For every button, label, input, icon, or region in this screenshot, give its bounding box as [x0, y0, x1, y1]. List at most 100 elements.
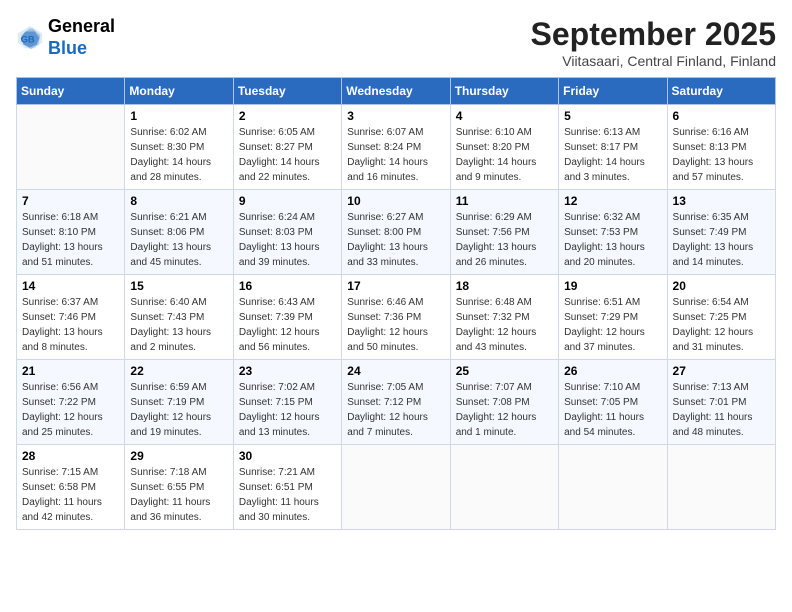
week-row-1: 7 Sunrise: 6:18 AMSunset: 8:10 PMDayligh… — [17, 190, 776, 275]
day-info: Sunrise: 7:07 AMSunset: 7:08 PMDaylight:… — [456, 380, 553, 440]
day-number: 14 — [22, 279, 119, 293]
day-cell — [342, 445, 450, 530]
day-cell: 13 Sunrise: 6:35 AMSunset: 7:49 PMDaylig… — [667, 190, 775, 275]
day-cell: 16 Sunrise: 6:43 AMSunset: 7:39 PMDaylig… — [233, 275, 341, 360]
weekday-saturday: Saturday — [667, 78, 775, 105]
header: GB General Blue September 2025 Viitasaar… — [16, 16, 776, 69]
week-row-2: 14 Sunrise: 6:37 AMSunset: 7:46 PMDaylig… — [17, 275, 776, 360]
location-subtitle: Viitasaari, Central Finland, Finland — [531, 53, 776, 69]
day-number: 25 — [456, 364, 553, 378]
day-cell — [667, 445, 775, 530]
day-cell: 27 Sunrise: 7:13 AMSunset: 7:01 PMDaylig… — [667, 360, 775, 445]
day-cell: 29 Sunrise: 7:18 AMSunset: 6:55 PMDaylig… — [125, 445, 233, 530]
day-info: Sunrise: 6:37 AMSunset: 7:46 PMDaylight:… — [22, 295, 119, 355]
day-cell — [17, 105, 125, 190]
day-info: Sunrise: 6:48 AMSunset: 7:32 PMDaylight:… — [456, 295, 553, 355]
day-cell: 9 Sunrise: 6:24 AMSunset: 8:03 PMDayligh… — [233, 190, 341, 275]
logo: GB General Blue — [16, 16, 115, 59]
day-cell: 30 Sunrise: 7:21 AMSunset: 6:51 PMDaylig… — [233, 445, 341, 530]
day-number: 15 — [130, 279, 227, 293]
day-number: 29 — [130, 449, 227, 463]
day-info: Sunrise: 6:54 AMSunset: 7:25 PMDaylight:… — [673, 295, 770, 355]
day-cell: 7 Sunrise: 6:18 AMSunset: 8:10 PMDayligh… — [17, 190, 125, 275]
day-info: Sunrise: 6:32 AMSunset: 7:53 PMDaylight:… — [564, 210, 661, 270]
month-title: September 2025 — [531, 16, 776, 53]
day-info: Sunrise: 6:18 AMSunset: 8:10 PMDaylight:… — [22, 210, 119, 270]
day-number: 20 — [673, 279, 770, 293]
day-info: Sunrise: 6:05 AMSunset: 8:27 PMDaylight:… — [239, 125, 336, 185]
day-cell: 14 Sunrise: 6:37 AMSunset: 7:46 PMDaylig… — [17, 275, 125, 360]
day-info: Sunrise: 7:10 AMSunset: 7:05 PMDaylight:… — [564, 380, 661, 440]
weekday-wednesday: Wednesday — [342, 78, 450, 105]
day-number: 12 — [564, 194, 661, 208]
day-cell: 18 Sunrise: 6:48 AMSunset: 7:32 PMDaylig… — [450, 275, 558, 360]
day-cell: 22 Sunrise: 6:59 AMSunset: 7:19 PMDaylig… — [125, 360, 233, 445]
day-cell: 10 Sunrise: 6:27 AMSunset: 8:00 PMDaylig… — [342, 190, 450, 275]
svg-text:GB: GB — [21, 34, 35, 44]
day-number: 4 — [456, 109, 553, 123]
day-info: Sunrise: 7:05 AMSunset: 7:12 PMDaylight:… — [347, 380, 444, 440]
logo-blue: Blue — [48, 38, 115, 60]
day-number: 26 — [564, 364, 661, 378]
day-number: 19 — [564, 279, 661, 293]
logo-general: General — [48, 16, 115, 38]
week-row-0: 1 Sunrise: 6:02 AMSunset: 8:30 PMDayligh… — [17, 105, 776, 190]
day-info: Sunrise: 7:21 AMSunset: 6:51 PMDaylight:… — [239, 465, 336, 525]
day-cell: 5 Sunrise: 6:13 AMSunset: 8:17 PMDayligh… — [559, 105, 667, 190]
day-number: 7 — [22, 194, 119, 208]
day-number: 23 — [239, 364, 336, 378]
calendar-table: SundayMondayTuesdayWednesdayThursdayFrid… — [16, 77, 776, 530]
day-info: Sunrise: 6:27 AMSunset: 8:00 PMDaylight:… — [347, 210, 444, 270]
day-info: Sunrise: 6:56 AMSunset: 7:22 PMDaylight:… — [22, 380, 119, 440]
day-info: Sunrise: 7:18 AMSunset: 6:55 PMDaylight:… — [130, 465, 227, 525]
day-cell: 21 Sunrise: 6:56 AMSunset: 7:22 PMDaylig… — [17, 360, 125, 445]
day-cell: 19 Sunrise: 6:51 AMSunset: 7:29 PMDaylig… — [559, 275, 667, 360]
week-row-3: 21 Sunrise: 6:56 AMSunset: 7:22 PMDaylig… — [17, 360, 776, 445]
day-cell: 26 Sunrise: 7:10 AMSunset: 7:05 PMDaylig… — [559, 360, 667, 445]
day-number: 10 — [347, 194, 444, 208]
day-cell: 11 Sunrise: 6:29 AMSunset: 7:56 PMDaylig… — [450, 190, 558, 275]
day-number: 13 — [673, 194, 770, 208]
day-number: 24 — [347, 364, 444, 378]
day-cell: 15 Sunrise: 6:40 AMSunset: 7:43 PMDaylig… — [125, 275, 233, 360]
day-info: Sunrise: 6:13 AMSunset: 8:17 PMDaylight:… — [564, 125, 661, 185]
day-number: 11 — [456, 194, 553, 208]
week-row-4: 28 Sunrise: 7:15 AMSunset: 6:58 PMDaylig… — [17, 445, 776, 530]
day-info: Sunrise: 6:51 AMSunset: 7:29 PMDaylight:… — [564, 295, 661, 355]
day-info: Sunrise: 6:46 AMSunset: 7:36 PMDaylight:… — [347, 295, 444, 355]
day-number: 28 — [22, 449, 119, 463]
day-info: Sunrise: 6:10 AMSunset: 8:20 PMDaylight:… — [456, 125, 553, 185]
day-number: 3 — [347, 109, 444, 123]
day-info: Sunrise: 6:35 AMSunset: 7:49 PMDaylight:… — [673, 210, 770, 270]
day-info: Sunrise: 6:21 AMSunset: 8:06 PMDaylight:… — [130, 210, 227, 270]
day-info: Sunrise: 7:02 AMSunset: 7:15 PMDaylight:… — [239, 380, 336, 440]
day-info: Sunrise: 7:15 AMSunset: 6:58 PMDaylight:… — [22, 465, 119, 525]
day-info: Sunrise: 6:16 AMSunset: 8:13 PMDaylight:… — [673, 125, 770, 185]
day-cell — [559, 445, 667, 530]
day-number: 6 — [673, 109, 770, 123]
day-cell: 20 Sunrise: 6:54 AMSunset: 7:25 PMDaylig… — [667, 275, 775, 360]
day-info: Sunrise: 6:02 AMSunset: 8:30 PMDaylight:… — [130, 125, 227, 185]
day-cell: 17 Sunrise: 6:46 AMSunset: 7:36 PMDaylig… — [342, 275, 450, 360]
day-number: 16 — [239, 279, 336, 293]
logo-text: General Blue — [48, 16, 115, 59]
day-cell: 6 Sunrise: 6:16 AMSunset: 8:13 PMDayligh… — [667, 105, 775, 190]
day-cell: 8 Sunrise: 6:21 AMSunset: 8:06 PMDayligh… — [125, 190, 233, 275]
day-info: Sunrise: 6:29 AMSunset: 7:56 PMDaylight:… — [456, 210, 553, 270]
day-info: Sunrise: 6:43 AMSunset: 7:39 PMDaylight:… — [239, 295, 336, 355]
day-cell: 24 Sunrise: 7:05 AMSunset: 7:12 PMDaylig… — [342, 360, 450, 445]
weekday-header-row: SundayMondayTuesdayWednesdayThursdayFrid… — [17, 78, 776, 105]
day-cell: 28 Sunrise: 7:15 AMSunset: 6:58 PMDaylig… — [17, 445, 125, 530]
logo-icon: GB — [16, 24, 44, 52]
day-cell: 12 Sunrise: 6:32 AMSunset: 7:53 PMDaylig… — [559, 190, 667, 275]
weekday-friday: Friday — [559, 78, 667, 105]
weekday-sunday: Sunday — [17, 78, 125, 105]
day-info: Sunrise: 6:40 AMSunset: 7:43 PMDaylight:… — [130, 295, 227, 355]
weekday-tuesday: Tuesday — [233, 78, 341, 105]
day-number: 8 — [130, 194, 227, 208]
day-number: 22 — [130, 364, 227, 378]
day-number: 1 — [130, 109, 227, 123]
day-info: Sunrise: 6:24 AMSunset: 8:03 PMDaylight:… — [239, 210, 336, 270]
day-cell: 2 Sunrise: 6:05 AMSunset: 8:27 PMDayligh… — [233, 105, 341, 190]
weekday-thursday: Thursday — [450, 78, 558, 105]
